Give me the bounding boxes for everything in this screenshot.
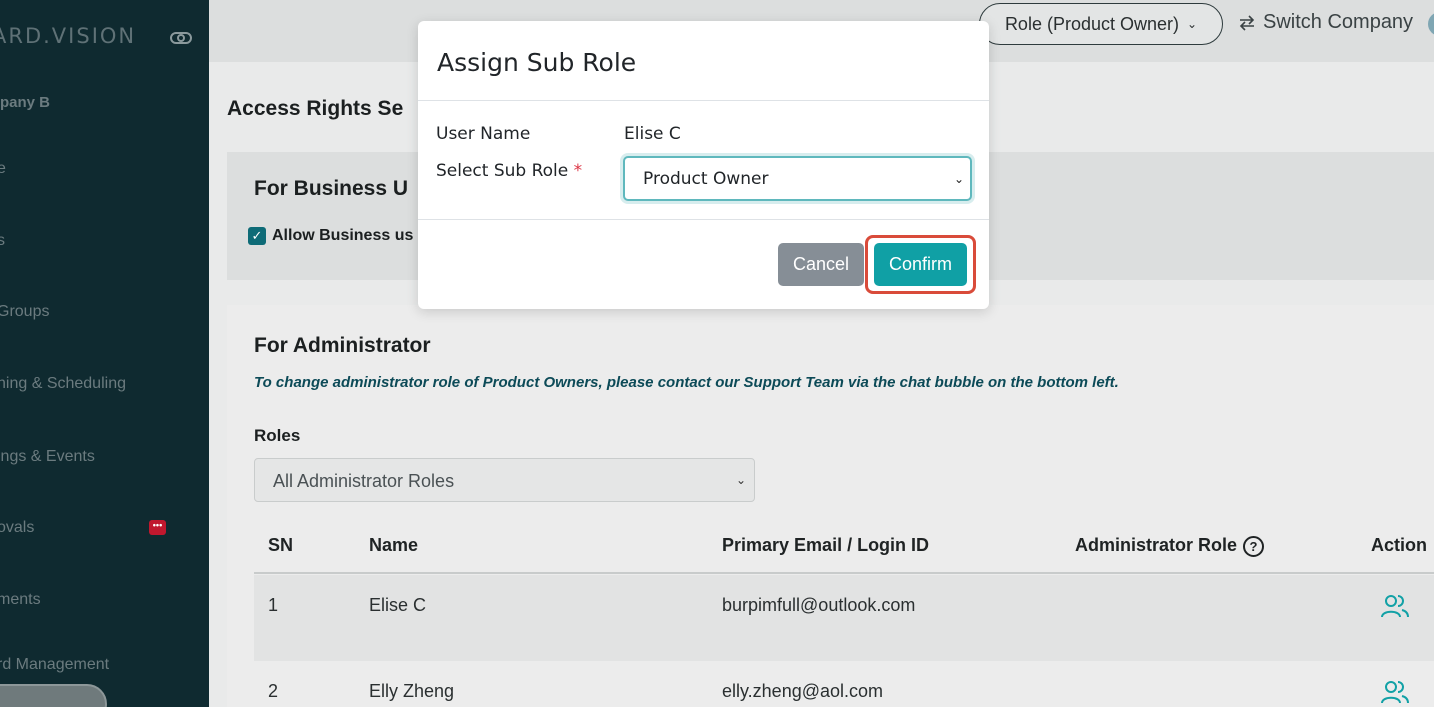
confirm-button[interactable]: Confirm xyxy=(874,243,967,286)
chevron-down-icon: ⌄ xyxy=(953,172,964,186)
user-name-value: Elise C xyxy=(624,124,681,144)
sub-role-label: Select Sub Role * xyxy=(436,161,582,181)
user-name-label: User Name xyxy=(436,124,531,144)
assign-sub-role-modal: Assign Sub Role User Name Elise C Select… xyxy=(418,21,989,309)
modal-footer-divider xyxy=(418,219,989,220)
modal-header-divider xyxy=(418,100,989,101)
required-marker: * xyxy=(573,161,583,181)
sub-role-select[interactable]: Product Owner ⌄ xyxy=(623,156,972,201)
cancel-button[interactable]: Cancel xyxy=(778,243,864,286)
sub-role-label-text: Select Sub Role xyxy=(436,161,569,181)
sub-role-select-value: Product Owner xyxy=(643,169,769,189)
modal-title: Assign Sub Role xyxy=(437,48,637,77)
